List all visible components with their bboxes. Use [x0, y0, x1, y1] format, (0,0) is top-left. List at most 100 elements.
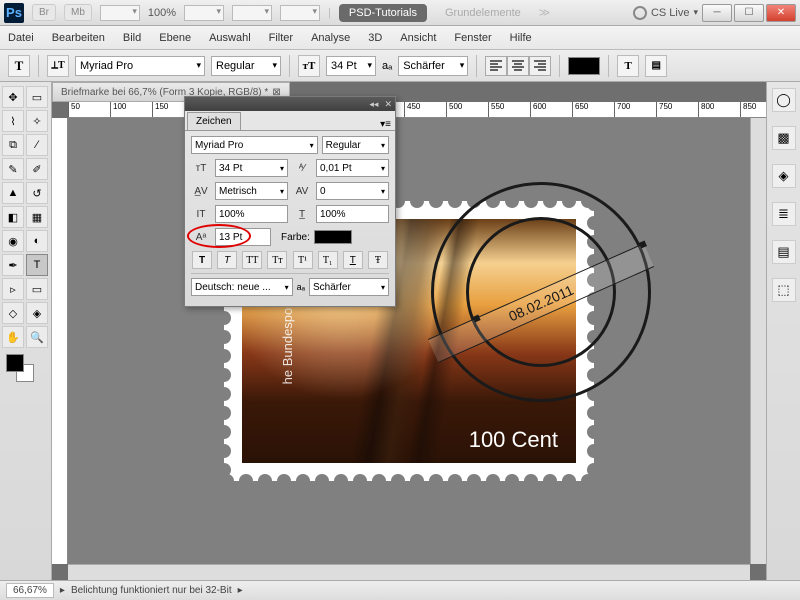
align-center-button[interactable] — [507, 56, 529, 76]
panel-font-weight[interactable]: Regular — [322, 136, 389, 154]
bridge-button[interactable]: Br — [32, 4, 56, 21]
marquee-tool[interactable]: ▭ — [26, 86, 48, 108]
align-left-button[interactable] — [485, 56, 507, 76]
channels-panel-icon[interactable]: ▤ — [772, 240, 796, 264]
pen-tool[interactable]: ✒ — [2, 254, 24, 276]
foreground-color[interactable] — [6, 354, 24, 372]
lasso-tool[interactable]: ⌇ — [2, 110, 24, 132]
magic-wand-tool[interactable]: ✧ — [26, 110, 48, 132]
panel-close-icon[interactable]: ✕ — [384, 99, 392, 110]
warp-text-button[interactable]: Ƭ — [617, 55, 639, 77]
color-panel-icon[interactable]: ◯ — [772, 88, 796, 112]
menu-bearbeiten[interactable]: Bearbeiten — [52, 32, 105, 44]
font-size-icon: тT — [298, 55, 320, 77]
menu-fenster[interactable]: Fenster — [454, 32, 491, 44]
scrollbar-vertical[interactable] — [750, 118, 766, 564]
eyedropper-tool[interactable]: ⁄ — [26, 134, 48, 156]
panel-collapse-icon[interactable]: ◂◂ — [369, 99, 378, 110]
3d-camera-tool[interactable]: ◈ — [26, 302, 48, 324]
menu-3d[interactable]: 3D — [368, 32, 382, 44]
adjustments-panel-icon[interactable]: ◈ — [772, 164, 796, 188]
menu-analyse[interactable]: Analyse — [311, 32, 350, 44]
font-weight-field[interactable]: Regular — [211, 56, 281, 76]
type-tool[interactable]: T — [26, 254, 48, 276]
cslive-icon — [633, 6, 647, 20]
align-right-button[interactable] — [529, 56, 551, 76]
panel-vscale[interactable]: 100% — [215, 205, 288, 223]
orientation-toggle[interactable]: ⟂T — [47, 55, 69, 77]
stamp-tool[interactable]: ▲ — [2, 182, 24, 204]
menu-ansicht[interactable]: Ansicht — [400, 32, 436, 44]
status-zoom[interactable]: 66,67% — [6, 583, 54, 598]
eraser-tool[interactable]: ◧ — [2, 206, 24, 228]
shape-tool[interactable]: ▭ — [26, 278, 48, 300]
crop-tool[interactable]: ⧉ — [2, 134, 24, 156]
minimize-button[interactable]: ─ — [702, 4, 732, 22]
panel-kerning[interactable]: Metrisch — [215, 182, 288, 200]
menu-auswahl[interactable]: Auswahl — [209, 32, 251, 44]
brush-tool[interactable]: ✐ — [26, 158, 48, 180]
zoom-display[interactable]: 100% — [148, 7, 176, 19]
menu-datei[interactable]: Datei — [8, 32, 34, 44]
layers-panel-icon[interactable]: ≣ — [772, 202, 796, 226]
panel-tracking[interactable]: 0 — [316, 182, 389, 200]
character-tab[interactable]: Zeichen — [187, 112, 241, 130]
menu-bild[interactable]: Bild — [123, 32, 141, 44]
menu-filter[interactable]: Filter — [269, 32, 293, 44]
panel-text-color[interactable] — [314, 230, 352, 244]
antialias-field[interactable]: Schärfer — [398, 56, 468, 76]
cslive-button[interactable]: CS Live — [651, 7, 690, 19]
screen-mode-dropdown[interactable] — [232, 5, 272, 21]
panel-leading[interactable]: 0,01 Pt — [316, 159, 389, 177]
blur-tool[interactable]: ◉ — [2, 230, 24, 252]
underline-button[interactable]: T — [343, 251, 363, 269]
healing-tool[interactable]: ✎ — [2, 158, 24, 180]
font-size-field[interactable]: 34 Pt — [326, 56, 376, 76]
allcaps-button[interactable]: TT — [242, 251, 262, 269]
3d-tool[interactable]: ◇ — [2, 302, 24, 324]
menu-hilfe[interactable]: Hilfe — [510, 32, 532, 44]
gradient-tool[interactable]: ▦ — [26, 206, 48, 228]
hscale-icon: T̲ — [292, 206, 312, 222]
smallcaps-button[interactable]: Tᴛ — [267, 251, 287, 269]
swatches-panel-icon[interactable]: ▩ — [772, 126, 796, 150]
strike-button[interactable]: Ŧ — [368, 251, 388, 269]
scrollbar-horizontal[interactable] — [68, 564, 750, 580]
character-panel[interactable]: ◂◂✕ Zeichen▾≡ Myriad Pro Regular тT 34 P… — [184, 96, 396, 307]
bold-button[interactable]: T — [192, 251, 212, 269]
kerning-icon: A̲V — [191, 183, 211, 199]
panel-language[interactable]: Deutsch: neue ... — [191, 278, 293, 296]
workspace-tab-grund[interactable]: Grundelemente — [435, 4, 531, 22]
zoom-tool[interactable]: 🔍 — [26, 326, 48, 348]
panel-font-family[interactable]: Myriad Pro — [191, 136, 318, 154]
minibridge-button[interactable]: Mb — [64, 4, 92, 21]
italic-button[interactable]: T — [217, 251, 237, 269]
menu-ebene[interactable]: Ebene — [159, 32, 191, 44]
move-tool[interactable]: ✥ — [2, 86, 24, 108]
ruler-vertical[interactable] — [52, 118, 68, 564]
dodge-tool[interactable]: ◐ — [26, 230, 48, 252]
color-picker[interactable] — [2, 354, 49, 384]
workspace-tab-psd[interactable]: PSD-Tutorials — [339, 4, 427, 22]
paths-panel-icon[interactable]: ⬚ — [772, 278, 796, 302]
ruler-horizontal[interactable]: 5010015020025030035040045050055060065070… — [68, 102, 766, 118]
panel-font-size[interactable]: 34 Pt — [215, 159, 288, 177]
close-button[interactable]: ✕ — [766, 4, 796, 22]
arrange-dropdown[interactable] — [280, 5, 320, 21]
view-extras-dropdown[interactable] — [184, 5, 224, 21]
hand-tool[interactable]: ✋ — [2, 326, 24, 348]
maximize-button[interactable]: ☐ — [734, 4, 764, 22]
history-brush-tool[interactable]: ↺ — [26, 182, 48, 204]
superscript-button[interactable]: T¹ — [293, 251, 313, 269]
panel-baseline-shift[interactable]: 13 Pt — [215, 228, 271, 246]
panel-antialias[interactable]: Schärfer — [309, 278, 389, 296]
type-tool-preset[interactable]: T — [8, 55, 30, 77]
subscript-button[interactable]: T₁ — [318, 251, 338, 269]
path-select-tool[interactable]: ▹ — [2, 278, 24, 300]
layout-dropdown[interactable] — [100, 5, 140, 21]
character-panel-button[interactable]: ▤ — [645, 55, 667, 77]
text-color-swatch[interactable] — [568, 57, 600, 75]
font-family-field[interactable]: Myriad Pro — [75, 56, 205, 76]
panel-menu-icon[interactable]: ▾≡ — [376, 119, 395, 130]
panel-hscale[interactable]: 100% — [316, 205, 389, 223]
